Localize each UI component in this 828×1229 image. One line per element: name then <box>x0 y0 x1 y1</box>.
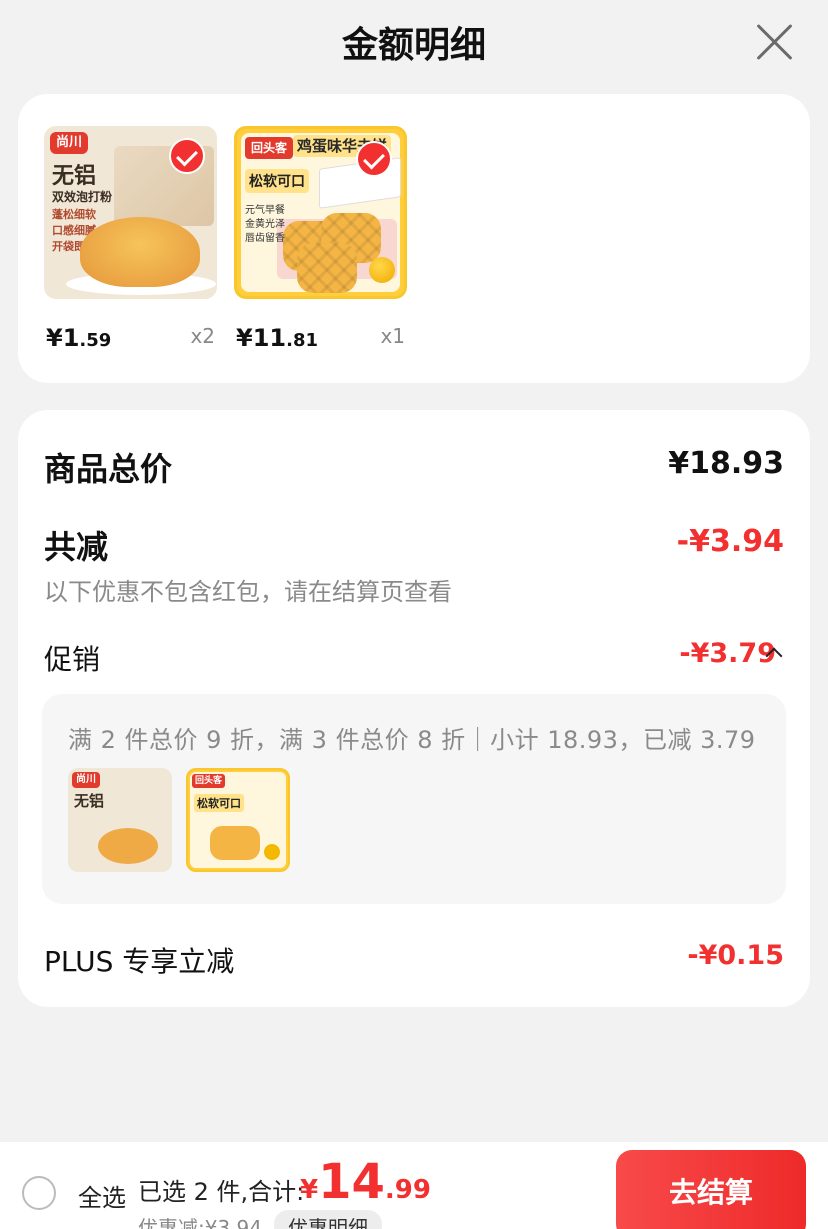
product-item[interactable]: 尚川 无铝 双效泡打粉 蓬松细软 口感细腻 开袋即用 ¥1.59 x2 <box>44 126 219 352</box>
promo-label[interactable]: 促销 <box>44 638 100 678</box>
product-feature: 唇齿留香 <box>245 233 285 244</box>
total-integer: 14 <box>318 1154 385 1210</box>
brand-logo: 尚川 <box>72 772 100 788</box>
products-card: 尚川 无铝 双效泡打粉 蓬松细软 口感细腻 开袋即用 ¥1.59 x2 回头客 <box>18 94 810 383</box>
selected-info: 已选 2 件,合计: <box>138 1178 305 1206</box>
brand-logo: 尚川 <box>50 132 89 154</box>
product-subtitle: 松软可口 <box>194 794 244 812</box>
promo-product-thumb[interactable]: 回头客 松软可口 <box>186 768 290 872</box>
discount-summary: 优惠减:¥3.94 <box>138 1216 262 1229</box>
product-qty: x2 <box>190 324 215 348</box>
cake-graphic <box>80 217 200 287</box>
check-icon[interactable] <box>356 141 392 177</box>
select-all-label[interactable]: 全选 <box>78 1178 126 1213</box>
product-item[interactable]: 回头客 鸡蛋味华夫饼 松软可口 元气早餐 金黄光泽 唇齿留香 ¥11.81 x1 <box>234 126 409 352</box>
product-subtitle: 双效泡打粉 <box>52 190 113 204</box>
product-price-row: ¥11.81 x1 <box>234 316 409 352</box>
brand-logo: 回头客 <box>245 137 294 159</box>
egg-yolk-graphic <box>369 257 395 283</box>
product-feature: 蓬松细软 <box>52 208 96 221</box>
plus-discount-value: -¥0.15 <box>687 940 784 971</box>
total-currency: ¥ <box>300 1175 319 1205</box>
price-decimal: .81 <box>286 330 318 351</box>
product-qty: x1 <box>380 324 405 348</box>
plus-discount-label: PLUS 专享立减 <box>44 945 235 978</box>
promo-detail-text: 满 2 件总价 9 折，满 3 件总价 8 折｜小计 18.93，已减 3.79 <box>68 726 756 754</box>
product-feature: 金黄光泽 <box>245 219 285 230</box>
total-decimal: .99 <box>384 1175 431 1205</box>
select-all-radio[interactable] <box>22 1176 56 1210</box>
price-integer: ¥11 <box>236 324 287 352</box>
product-price: ¥11.81 <box>236 324 318 352</box>
waffle-graphic <box>297 243 357 293</box>
product-image[interactable]: 尚川 无铝 双效泡打粉 蓬松细软 口感细腻 开袋即用 <box>44 126 217 299</box>
promo-detail-box: 满 2 件总价 9 折，满 3 件总价 8 折｜小计 18.93，已减 3.79… <box>42 694 786 904</box>
price-decimal: .59 <box>79 330 112 351</box>
product-price: ¥1.59 <box>46 324 111 352</box>
product-image[interactable]: 回头客 鸡蛋味华夫饼 松软可口 元气早餐 金黄光泽 唇齿留香 <box>234 126 407 299</box>
product-price-row: ¥1.59 x2 <box>44 316 219 352</box>
product-feature: 元气早餐 <box>245 205 285 216</box>
total-amount: ¥14.99 <box>300 1154 431 1210</box>
discount-detail-button[interactable]: 优惠明细 <box>274 1210 382 1229</box>
check-icon[interactable] <box>169 138 205 174</box>
page-title: 金额明细 <box>341 25 486 66</box>
header: 金额明细 <box>0 0 828 84</box>
discount-note: 以下优惠不包含红包，请在结算页查看 <box>44 578 452 606</box>
egg-yolk-graphic <box>264 844 280 860</box>
waffle-graphic <box>210 826 260 860</box>
product-headline: 无铝 <box>52 164 97 189</box>
close-icon[interactable] <box>752 20 796 64</box>
checkout-bar: 全选 已选 2 件,合计: ¥14.99 优惠减:¥3.94 优惠明细 去结算 <box>0 1142 828 1229</box>
product-subtitle: 松软可口 <box>245 169 309 193</box>
total-price-value: ¥18.93 <box>668 446 784 481</box>
checkout-button[interactable]: 去结算 <box>616 1150 806 1229</box>
total-reduce-label: 共减 <box>44 528 109 566</box>
product-headline: 无铝 <box>74 792 105 810</box>
total-price-label: 商品总价 <box>44 450 173 488</box>
price-detail-card: 商品总价 ¥18.93 共减 -¥3.94 以下优惠不包含红包，请在结算页查看 … <box>18 410 810 1007</box>
brand-logo: 回头客 <box>192 774 226 788</box>
total-reduce-value: -¥3.94 <box>676 524 784 559</box>
cake-graphic <box>98 828 158 864</box>
promo-value[interactable]: -¥3.79 <box>679 638 776 669</box>
promo-product-thumb[interactable]: 尚川 无铝 <box>68 768 172 872</box>
price-integer: ¥1 <box>46 324 80 352</box>
